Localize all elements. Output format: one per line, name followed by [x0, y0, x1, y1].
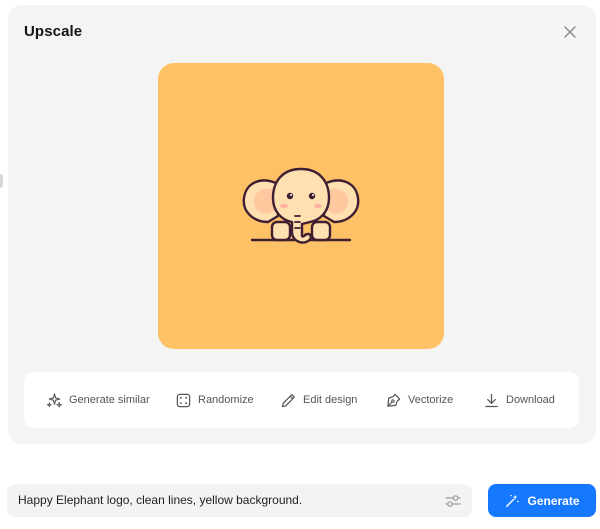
- image-actions-bar: Generate similar Randomize Edit design V…: [24, 372, 579, 428]
- sliders-icon: [445, 495, 461, 507]
- side-drag-handle[interactable]: [0, 174, 3, 188]
- close-button[interactable]: [561, 23, 579, 41]
- sparkles-icon: [46, 392, 63, 408]
- magic-wand-icon: [506, 494, 520, 507]
- download-label: Download: [506, 394, 555, 406]
- pencil-icon: [281, 393, 295, 407]
- generate-label: Generate: [527, 493, 580, 508]
- randomize-button[interactable]: Randomize: [175, 372, 254, 428]
- vectorize-button[interactable]: Vectorize: [385, 372, 453, 428]
- generate-similar-button[interactable]: Generate similar: [46, 372, 150, 428]
- prompt-input[interactable]: Happy Elephant logo, clean lines, yellow…: [7, 484, 472, 517]
- edit-design-button[interactable]: Edit design: [280, 372, 357, 428]
- elephant-logo-icon: [242, 167, 360, 244]
- prompt-settings-button[interactable]: [444, 492, 462, 510]
- dialog-title: Upscale: [24, 23, 83, 40]
- prompt-text[interactable]: Happy Elephant logo, clean lines, yellow…: [18, 484, 302, 517]
- dice-icon: [176, 393, 191, 407]
- generated-image: [158, 63, 444, 349]
- pen-nib-icon: [387, 393, 401, 407]
- download-button[interactable]: Download: [483, 372, 555, 428]
- upscale-dialog: Upscale Generate similar Randomize Edit …: [8, 5, 596, 444]
- download-icon: [485, 393, 498, 407]
- close-icon: [564, 26, 576, 38]
- randomize-label: Randomize: [198, 394, 254, 406]
- edit-design-label: Edit design: [303, 394, 358, 406]
- generate-similar-label: Generate similar: [69, 394, 150, 406]
- generate-button[interactable]: Generate: [488, 484, 596, 517]
- app-root: Upscale Generate similar Randomize Edit …: [0, 0, 600, 529]
- vectorize-label: Vectorize: [408, 394, 454, 406]
